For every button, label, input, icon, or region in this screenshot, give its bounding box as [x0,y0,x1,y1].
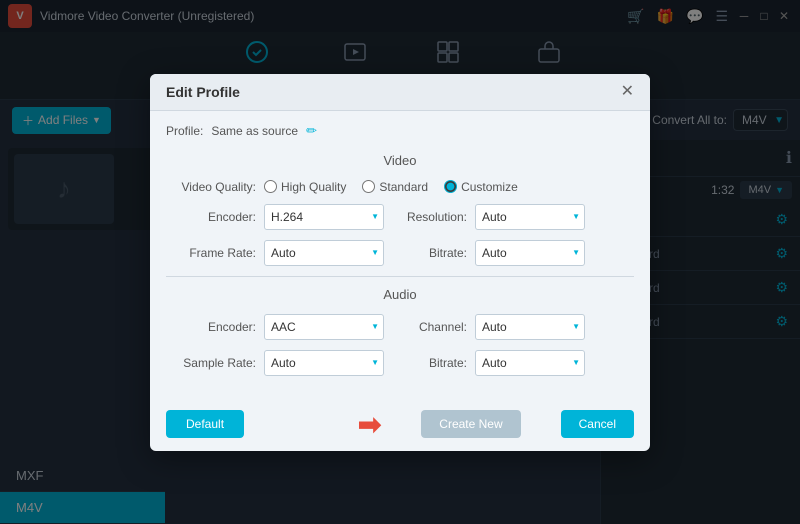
bitrate-col: Bitrate: Auto [392,240,634,266]
encoder-label: Encoder: [166,210,256,224]
audio-encoder-label: Encoder: [166,320,256,334]
bitrate-label: Bitrate: [392,246,467,260]
video-section-title: Video [166,153,634,168]
radio-high-quality-input[interactable] [264,180,277,193]
radio-customize[interactable]: Customize [444,180,518,194]
arrow-indicator: ➡ [358,408,381,441]
radio-standard[interactable]: Standard [362,180,428,194]
frame-rate-label: Frame Rate: [166,246,256,260]
audio-bitrate-select-wrapper: Auto [475,350,585,376]
default-button[interactable]: Default [166,410,244,438]
frame-rate-select-wrapper: Auto [264,240,384,266]
samplerate-audiobitrate-row: Sample Rate: Auto Bitrate: Auto [166,350,634,376]
frame-rate-select[interactable]: Auto [264,240,384,266]
channel-select[interactable]: Auto [475,314,585,340]
edit-profile-modal: Edit Profile ✕ Profile: Same as source ✏… [150,74,650,451]
radio-standard-input[interactable] [362,180,375,193]
radio-standard-label: Standard [379,180,428,194]
profile-label: Profile: [166,124,203,138]
modal-header: Edit Profile ✕ [150,74,650,111]
resolution-col: Resolution: Auto [392,204,634,230]
encoder-resolution-row: Encoder: H.264 Resolution: Auto [166,204,634,230]
sample-rate-select-wrapper: Auto [264,350,384,376]
encoder-select-wrapper: H.264 [264,204,384,230]
radio-high-quality-label: High Quality [281,180,346,194]
modal-body: Profile: Same as source ✏ Video Video Qu… [150,111,650,398]
cancel-button[interactable]: Cancel [561,410,634,438]
footer-right: ➡ Create New Cancel [358,408,634,441]
audio-section-title: Audio [166,287,634,302]
encoder-select[interactable]: H.264 [264,204,384,230]
radio-customize-input[interactable] [444,180,457,193]
modal-footer: Default ➡ Create New Cancel [150,398,650,451]
resolution-select-wrapper: Auto [475,204,585,230]
framerate-bitrate-row: Frame Rate: Auto Bitrate: Auto [166,240,634,266]
channel-col: Channel: Auto [392,314,634,340]
audio-encoder-channel-row: Encoder: AAC Channel: Auto [166,314,634,340]
sample-rate-label: Sample Rate: [166,356,256,370]
resolution-select[interactable]: Auto [475,204,585,230]
bitrate-select-wrapper: Auto [475,240,585,266]
resolution-label: Resolution: [392,210,467,224]
modal-close-button[interactable]: ✕ [621,84,634,100]
channel-select-wrapper: Auto [475,314,585,340]
audio-encoder-select[interactable]: AAC [264,314,384,340]
channel-label: Channel: [392,320,467,334]
video-quality-radio-group: High Quality Standard Customize [264,180,634,194]
modal-title: Edit Profile [166,84,240,100]
profile-value: Same as source [211,124,298,138]
audio-bitrate-col: Bitrate: Auto [392,350,634,376]
modal-overlay: Edit Profile ✕ Profile: Same as source ✏… [0,0,800,524]
audio-bitrate-label: Bitrate: [392,356,467,370]
sample-rate-select[interactable]: Auto [264,350,384,376]
bitrate-select[interactable]: Auto [475,240,585,266]
video-quality-row: Video Quality: High Quality Standard [166,180,634,194]
audio-encoder-select-wrapper: AAC [264,314,384,340]
create-new-button[interactable]: Create New [421,410,520,438]
video-quality-label: Video Quality: [166,180,256,194]
profile-row: Profile: Same as source ✏ [166,123,634,139]
radio-customize-label: Customize [461,180,518,194]
audio-bitrate-select[interactable]: Auto [475,350,585,376]
radio-high-quality[interactable]: High Quality [264,180,346,194]
section-divider [166,276,634,277]
edit-icon[interactable]: ✏ [306,123,317,139]
